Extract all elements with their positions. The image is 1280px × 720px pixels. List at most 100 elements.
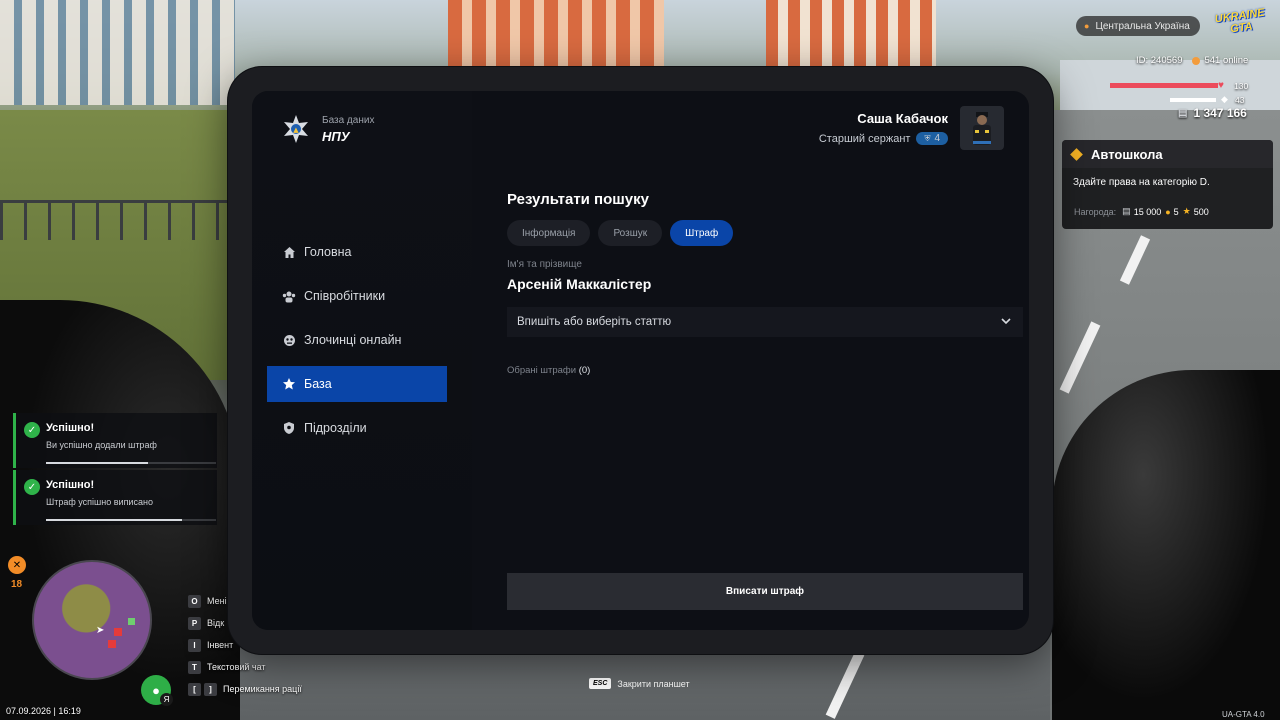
toast-progress-fill [46,462,148,464]
check-icon: ✓ [24,422,40,438]
rank-shield-icon: ⛨ [924,133,931,143]
sidebar-item-label: Головна [304,245,352,259]
star-icon [282,377,296,391]
tab-fine[interactable]: Штраф [670,220,734,246]
player-id: ID: 240569 [1136,55,1183,66]
player-arrow-icon: ➤ [96,625,105,636]
keybind-label: Мені [207,596,227,606]
coin-icon: ● [1165,206,1171,217]
toast-progress-fill [46,519,182,521]
datetime: 07.09.2026 | 16:19 [6,706,81,716]
tab-info[interactable]: Інформація [507,220,591,246]
mic-button[interactable]: ● Я [141,675,173,706]
check-icon: ✓ [24,479,40,495]
name-value: Арсеній Маккалістер [507,276,652,292]
health-bar [1110,83,1218,88]
quest-reward: Нагорода: ▤ 15 000 ● 5 ★ 500 [1074,206,1273,217]
background-building [448,0,664,68]
keybind-label: Текстовий чат [207,662,266,672]
brand-title: НПУ [322,128,350,144]
quest-diamond-icon [1070,147,1083,161]
armor-value: 43 [1235,95,1245,105]
toast-progress [46,519,216,521]
toast-message: Ви успішно додали штраф [46,440,157,450]
quest-title: Автошкола [1091,146,1163,162]
sidebar-item-home[interactable]: Головна [267,234,447,270]
sidebar: ▲ База даних НПУ Головна Співробітники З… [252,91,472,630]
tab-bar: Інформація Розшук Штраф [507,220,741,246]
rank-label: Старший сержант [818,132,911,145]
page-title: Результати пошуку [507,191,649,208]
police-badge-icon: ▲ [280,113,312,145]
success-toast: ✓ Успішно! Ви успішно додали штраф [13,413,217,468]
reward-coins: 5 [1173,206,1179,217]
success-toast: ✓ Успішно! Штраф успішно виписано [13,470,217,525]
sidebar-item-employees[interactable]: Співробітники [267,278,447,314]
key-cap: P [188,616,201,630]
lane-marking [825,651,865,719]
keybind-label: Перемикання рації [223,684,302,694]
keybind-label: Інвент [207,640,234,650]
rank-level-badge: ⛨ 4 [916,132,948,145]
rank-level: 4 [934,133,940,144]
submit-fine-button[interactable]: Вписати штраф [507,573,1023,610]
online-dot-icon [1192,56,1201,65]
main-content: Саша Кабачок Старший сержант ⛨ 4 Результ… [507,91,1029,630]
police-tablet: ▲ База даних НПУ Головна Співробітники З… [228,67,1053,654]
map-marker-icon [128,618,135,625]
esc-label: Закрити планшет [617,678,690,689]
toast-title: Успішно! [46,479,95,491]
chevron-down-icon [1001,316,1011,328]
reward-label: Нагорода: [1074,206,1117,217]
online-count: 541 online [1204,55,1249,66]
background-building [766,0,936,68]
avatar[interactable] [960,106,1004,150]
mic-key: Я [160,693,173,706]
quest-description: Здайте права на категорію D. [1073,177,1210,188]
user-name: Саша Кабачок [857,111,948,126]
name-label: Ім'я та прізвище [507,259,582,270]
selected-fines-label: Обрані штрафи [507,365,577,376]
sidebar-item-units[interactable]: Підрозділи [267,410,447,446]
home-icon [282,245,296,259]
background-car [1052,370,1280,720]
user-header: Саша Кабачок Старший сержант ⛨ 4 [819,105,1004,151]
sidebar-item-criminals[interactable]: Злочинці онлайн [267,322,447,358]
svg-text:▲: ▲ [293,126,299,134]
selected-fines: Обрані штрафи (0) [507,365,590,376]
brand: ▲ База даних НПУ [280,113,374,145]
sidebar-item-label: Співробітники [304,289,386,303]
health-value: 130 [1234,81,1249,91]
armor-shield-icon: ◆ [1221,94,1228,104]
sidebar-nav: Головна Співробітники Злочинці онлайн Ба… [267,234,447,454]
tablet-screen: ▲ База даних НПУ Головна Співробітники З… [252,91,1029,630]
map-pin-icon: ● [1084,21,1090,31]
key-cap: I [188,638,201,652]
tab-wanted[interactable]: Розшук [598,220,663,246]
minimap: ➤ [32,560,152,680]
background-fence [0,200,240,240]
quest-header: Автошкола [1062,140,1273,168]
quest-card: Автошкола Здайте права на категорію D. Н… [1062,140,1273,229]
key-cap: ] [204,682,217,696]
key-cap: [ [188,682,201,696]
article-select[interactable]: Впишіть або виберіть статтю [507,307,1023,337]
cash-icon: ▤ [1178,107,1188,119]
officer-avatar-icon [973,112,991,145]
background-building [0,0,235,105]
toast-progress [46,462,216,464]
sidebar-item-label: Злочинці онлайн [304,333,402,347]
sidebar-item-label: База [304,377,332,391]
armor-bar [1170,98,1216,102]
key-cap: O [188,594,201,608]
map-marker-icon [114,628,122,636]
hunger-value: 18 [11,579,23,590]
user-rank: Старший сержант ⛨ 4 [819,132,948,145]
esc-key[interactable]: ESC [589,678,612,689]
sidebar-item-database[interactable]: База [267,366,447,402]
player-info: ID: 240569 541 online [1136,55,1248,66]
reward-money: 15 000 [1133,206,1162,217]
people-icon [282,289,296,303]
keybind-row: T Текстовий чат [188,656,302,678]
cash-icon: ▤ [1122,206,1131,216]
